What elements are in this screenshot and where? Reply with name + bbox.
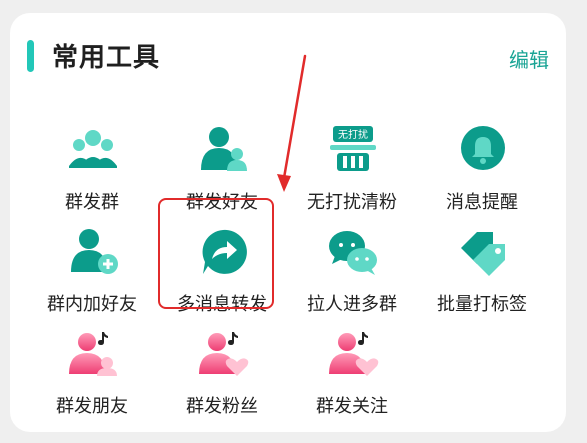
icon-text: 无打扰 [338, 128, 368, 141]
tool-label: 群发粉丝 [186, 396, 258, 417]
tool-label: 群发群 [65, 192, 119, 213]
tool-batch-tag[interactable]: 批量打标签 [422, 228, 542, 328]
no-disturb-clean-fans-icon: 无打扰 [327, 126, 379, 178]
tool-no-disturb-clean-fans[interactable]: 无打扰 无打扰清粉 [292, 126, 412, 226]
douyin-friends-icon [67, 330, 119, 382]
bell-icon [457, 126, 509, 178]
tool-label: 批量打标签 [437, 294, 527, 315]
tool-group-broadcast[interactable]: 群发群 [32, 126, 152, 226]
tool-label: 群内加好友 [47, 294, 137, 315]
tool-douyin-friends-broadcast[interactable]: 群发朋友 [32, 330, 152, 430]
add-friend-in-group-icon [67, 228, 119, 280]
douyin-follow-icon [327, 330, 379, 382]
edit-button[interactable]: 编辑 [509, 44, 549, 73]
tool-label: 无打扰清粉 [307, 192, 397, 213]
tag-icon [457, 228, 509, 280]
douyin-fans-icon [197, 330, 249, 382]
tool-pull-into-groups[interactable]: 拉人进多群 [292, 228, 412, 328]
tool-message-reminder[interactable]: 消息提醒 [422, 126, 542, 226]
card-header: 常用工具 编辑 [10, 13, 566, 93]
tool-label: 群发朋友 [56, 396, 128, 417]
friends-broadcast-icon [197, 126, 249, 178]
tool-label: 消息提醒 [446, 192, 518, 213]
title-accent-bar [27, 40, 34, 72]
tool-label: 拉人进多群 [307, 294, 397, 315]
tool-douyin-fans-broadcast[interactable]: 群发粉丝 [162, 330, 282, 430]
tool-douyin-follow-broadcast[interactable]: 群发关注 [292, 330, 412, 430]
chat-bubbles-icon [327, 228, 379, 280]
tool-label: 群发关注 [316, 396, 388, 417]
tool-add-friend-in-group[interactable]: 群内加好友 [32, 228, 152, 328]
card-title: 常用工具 [52, 43, 161, 73]
group-broadcast-icon [67, 126, 119, 178]
highlight-box [158, 198, 274, 309]
